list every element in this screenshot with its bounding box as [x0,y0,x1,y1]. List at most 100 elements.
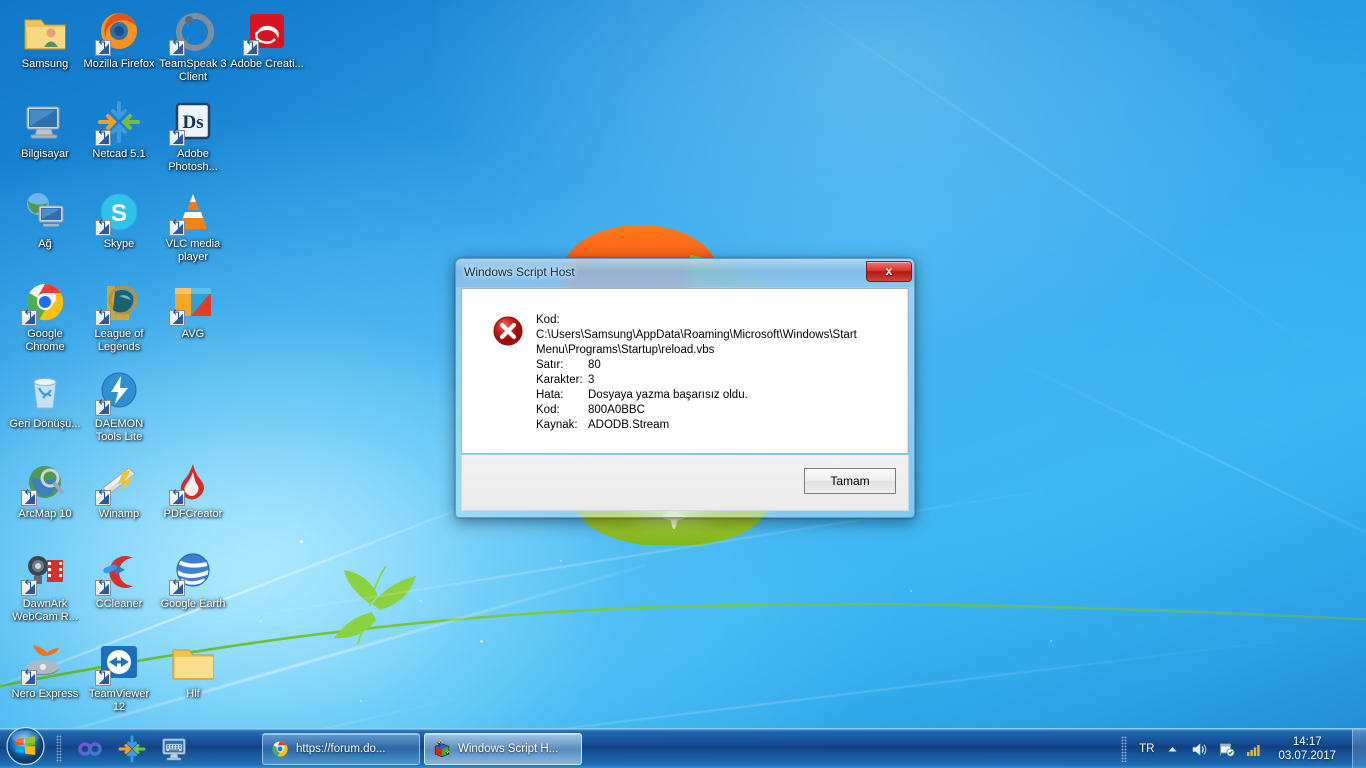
desktop-icon-google-chrome[interactable]: Google Chrome [8,278,82,353]
shortcut-arrow-icon [169,490,185,506]
desktop-icon-label: Winamp [98,508,140,520]
pdfcreator-icon [169,458,217,506]
winamp-icon [95,458,143,506]
desktop-icon-netcad-5-1[interactable]: Netcad 5.1 [82,98,156,161]
clock[interactable]: 14:17 03.07.2017 [1272,735,1342,763]
clock-date: 03.07.2017 [1278,750,1336,762]
error-circle-x-icon [492,315,524,347]
desktop-icon-label: DAEMON Tools Lite [94,418,144,443]
folder-user-icon [21,8,69,56]
desktop-icon-dawnark-webcam-r[interactable]: DawnArk WebCam R... [8,548,82,623]
desktop-icon-mozilla-firefox[interactable]: Mozilla Firefox [82,8,156,71]
desktop-icon-adobe-photosh[interactable]: Ds Adobe Photosh... [156,98,230,173]
svg-text:Ds: Ds [182,112,203,133]
desktop-icon-league-of-legends[interactable]: League of Legends [82,278,156,353]
dialog-message-divider [907,289,908,453]
desktop-icon-vlc-media-player[interactable]: VLC media player [156,188,230,263]
desktop-icon-label: TeamSpeak 3 Client [159,58,227,83]
signal-bars-icon[interactable] [1245,741,1262,758]
system-tray[interactable]: TR 14:17 03.07.2017 [1121,729,1366,768]
desktop-icon-google-earth[interactable]: Google Earth [156,548,230,611]
desktop-icon-label: Skype [103,238,135,250]
chevron-up-icon[interactable] [1164,741,1181,758]
desktop-icon-a[interactable]: Ağ [8,188,82,251]
desktop-icon-label: Adobe Creati... [230,58,304,70]
desktop-icon-label: Mozilla Firefox [83,58,155,70]
shortcut-arrow-icon [21,670,37,686]
message-row: Kaynak: ADODB.Stream [536,418,894,433]
desktop-icon-skype[interactable]: S Skype [82,188,156,251]
shortcut-arrow-icon [169,130,185,146]
close-icon[interactable]: x [866,261,912,282]
desktop-icon-teamspeak-3-client[interactable]: TeamSpeak 3 Client [156,8,230,83]
desktop-icon-label: Samsung [21,58,69,70]
chrome-icon [21,278,69,326]
message-row-key: Kaynak: [536,419,578,431]
taskbar-task-chrome[interactable]: https://forum.do... [262,733,420,765]
desktop-icon-label: TeamViewer 12 [88,688,150,713]
shortcut-arrow-icon [243,40,259,56]
daemon-tools-icon [95,368,143,416]
message-row-key: Hata: [536,389,564,401]
taskbar-task-windows-script-host[interactable]: Windows Script H... [424,733,582,765]
desktop-icon-teamviewer-12[interactable]: TeamViewer 12 [82,638,156,713]
desktop-icon-pdfcreator[interactable]: PDFCreator [156,458,230,521]
desktop-icon-geri-d-n[interactable]: Geri Dönüşü... [8,368,82,431]
message-row: Karakter: 3 [536,373,894,388]
quick-launch-grip[interactable] [56,735,62,763]
dialog-message-area: Kod: C:\Users\Samsung\AppData\Roaming\Mi… [461,288,909,454]
message-row-value: Dosyaya yazma başarısız oldu. [588,389,748,401]
desktop-icon-label: Nero Express [11,688,79,700]
desktop-icon-adobe-creati[interactable]: Adobe Creati... [230,8,304,71]
desktop-icon-hlf[interactable]: Hlf [156,638,230,701]
desktop-icon-nero-express[interactable]: Nero Express [8,638,82,701]
desktop-icon-avg[interactable]: AVG [156,278,230,341]
message-row-key: Karakter: [536,374,583,386]
infinity-icon[interactable] [76,735,104,763]
speaker-icon[interactable] [1191,741,1208,758]
taskbar-task-label: Windows Script H... [458,743,559,755]
desktop-icon-samsung[interactable]: Samsung [8,8,82,71]
message-row-key: Satır: [536,359,564,371]
message-row: Satır: 80 [536,358,894,373]
taskbar-task-label: https://forum.do... [296,743,386,755]
desktop[interactable]: Samsung Mozilla Firefox TeamSpeak 3 Client… [0,0,1366,768]
dialog-titlebar[interactable]: Windows Script Host x [456,259,914,287]
shortcut-arrow-icon [95,220,111,236]
desktop-icon-label: League of Legends [94,328,144,353]
adobe-creative-cloud-icon [243,8,291,56]
remote-desktop-keyboard-icon[interactable] [160,735,188,763]
chrome-icon [270,739,290,759]
folder-icon [169,638,217,686]
start-orb-icon[interactable] [2,726,49,767]
netcad-arrows-icon[interactable] [118,735,146,763]
quick-launch-bar[interactable] [56,729,188,768]
network-icon [21,188,69,236]
show-desktop-button[interactable] [1352,729,1366,768]
shortcut-arrow-icon [21,490,37,506]
flag-action-center-icon[interactable] [1218,741,1235,758]
teamspeak-icon [169,8,217,56]
ok-button[interactable]: Tamam [804,468,896,494]
webcam-recorder-icon [21,548,69,596]
desktop-icon-label: AVG [181,328,205,340]
message-row-value: 80 [588,359,601,371]
shortcut-arrow-icon [95,580,111,596]
desktop-icon-winamp[interactable]: Winamp [82,458,156,521]
taskbar-task-buttons[interactable]: https://forum.do... Windows Script H... [262,733,582,765]
desktop-icon-label: ArcMap 10 [18,508,72,520]
tray-grip[interactable] [1121,736,1128,762]
computer-icon [21,98,69,146]
desktop-icon-label: Geri Dönüşü... [9,418,81,430]
taskbar[interactable]: https://forum.do... Windows Script H... T… [0,726,1366,768]
message-row-value: ADODB.Stream [588,419,670,431]
photoshop-icon: Ds [169,98,217,146]
message-detail-rows: Satır: 80 Karakter: 3 Hata: Dosyaya yazma baş… [536,358,894,433]
windows-script-host-dialog[interactable]: Windows Script Host x Kod: C:\Users\Sams… [455,258,915,518]
language-indicator[interactable]: TR [1139,743,1154,755]
desktop-icon-ccleaner[interactable]: CCleaner [82,548,156,611]
desktop-icon-arcmap-10[interactable]: ArcMap 10 [8,458,82,521]
desktop-icon-bilgisayar[interactable]: Bilgisayar [8,98,82,161]
shortcut-arrow-icon [169,580,185,596]
desktop-icon-daemon-tools-lite[interactable]: DAEMON Tools Lite [82,368,156,443]
